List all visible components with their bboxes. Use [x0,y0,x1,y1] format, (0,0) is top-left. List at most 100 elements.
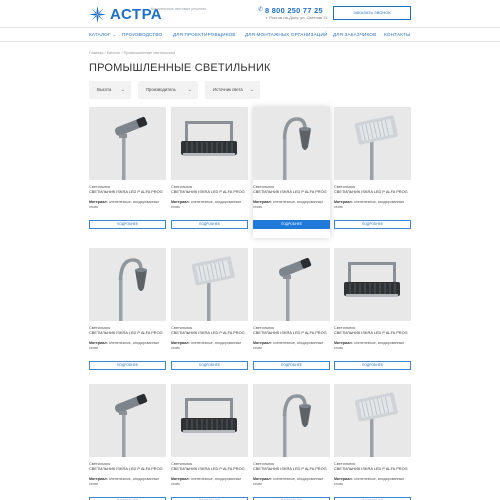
flood-panel-lamp-icon [181,398,237,433]
nav-item-contacts[interactable]: КОНТАКТЫ [384,32,410,37]
material-label: Материал: [171,341,190,345]
nav-item-customers[interactable]: ДЛЯ ЗАКАЗЧИКОВ [333,32,376,37]
callback-button[interactable]: ЗАКАЗАТЬ ЗВОНОК [333,6,411,20]
flood-panel-lamp-icon [181,121,237,156]
material-label: Материал: [171,477,190,481]
product-card[interactable]: Светильник СВЕТИЛЬНИК ISKRA LED P ALFA PR… [253,248,330,379]
nav-item-production[interactable]: ПРОИЗВОДСТВО [122,32,162,37]
chevron-down-icon: ⌄ [249,87,254,93]
product-name[interactable]: СВЕТИЛЬНИК ISKRA LED P ALFA PROG [171,466,247,472]
filter-light-source[interactable]: Источник света ⌄ [205,81,260,99]
spot-on-pole-lamp-icon [114,393,148,457]
phone-icon: ✆ [258,7,264,13]
product-card[interactable]: Светильник СВЕТИЛЬНИК ISKRA LED P ALFA PR… [253,107,330,238]
flood-panel-lamp-icon [344,262,400,297]
details-button[interactable]: ПОДРОБНЕЕ [253,361,330,370]
product-name[interactable]: СВЕТИЛЬНИК ISKRA LED P ALFA PROG [89,330,165,336]
product-image[interactable] [253,384,330,457]
product-card[interactable]: Светильник СВЕТИЛЬНИК ISKRA LED P ALFA PR… [253,384,330,500]
product-card[interactable]: Светильник СВЕТИЛЬНИК ISKRA LED P ALFA PR… [171,107,248,238]
tagline: Комплексные световые решения [151,7,207,11]
product-image[interactable] [171,384,248,457]
nav-item-installers[interactable]: ДЛЯ МОНТАЖНЫХ ОРГАНИЗАЦИЙ [245,32,327,37]
product-name[interactable]: СВЕТИЛЬНИК ISKRA LED P ALFA PROG [89,189,165,195]
material-label: Материал: [89,200,108,204]
product-image[interactable] [334,384,411,457]
product-card[interactable]: Светильник СВЕТИЛЬНИК ISKRA LED P ALFA PR… [334,384,411,500]
details-button[interactable]: ПОДРОБНЕЕ [171,361,248,370]
product-card[interactable]: Светильник СВЕТИЛЬНИК ISKRA LED P ALFA PR… [171,248,248,379]
material-label: Материал: [334,200,353,204]
product-material: Материал: оленелезные, анодированные сто… [89,200,165,209]
spot-on-pole-lamp-icon [114,116,148,180]
filter-label: Высота [97,87,112,92]
product-image[interactable] [171,107,248,180]
product-image[interactable] [253,248,330,321]
site-header: АСТРА Комплексные световые решения ✆ 8 8… [0,0,500,27]
filter-height[interactable]: Высота ⌄ [89,81,131,99]
filter-label: Источник света [213,87,243,92]
main-nav: КАТАЛОГ ⌄ ПРОИЗВОДСТВО ДЛЯ ПРОЕКТИРОВЩИКО… [0,27,500,42]
page-title: ПРОМЫШЛЕННЫЕ СВЕТИЛЬНИК [89,62,271,74]
product-name[interactable]: СВЕТИЛЬНИК ISKRA LED P ALFA PROG [171,330,247,336]
star-logo-icon [89,5,106,23]
pendant-on-pole-lamp-icon [282,394,311,457]
product-image[interactable] [334,248,411,321]
product-image[interactable] [171,248,248,321]
product-material: Материал: оленелезные, анодированные сто… [253,200,329,209]
details-button[interactable]: ПОДРОБНЕЕ [253,220,330,229]
product-name[interactable]: СВЕТИЛЬНИК ISKRA LED P ALFA PROG [334,330,410,336]
details-button[interactable]: ПОДРОБНЕЕ [89,361,166,370]
product-image[interactable] [89,107,166,180]
details-button[interactable]: ПОДРОБНЕЕ [89,220,166,229]
nav-item-label: КАТАЛОГ [89,32,111,37]
product-material: Материал: оленелезные, анодированные сто… [253,341,329,350]
product-material: Материал: оленелезные, анодированные сто… [171,477,247,486]
details-button[interactable]: ПОДРОБНЕЕ [171,220,248,229]
chevron-down-icon: ⌄ [120,87,125,93]
material-label: Материал: [253,341,272,345]
product-material: Материал: оленелезные, анодированные сто… [334,341,410,350]
product-image[interactable] [89,384,166,457]
product-material: Материал: оленелезные, анодированные сто… [171,341,247,350]
panel-on-pole-lamp-icon [191,256,235,321]
product-material: Материал: оленелезные, анодированные сто… [334,200,410,209]
product-name[interactable]: СВЕТИЛЬНИК ISKRA LED P ALFA PROG [89,466,165,472]
product-card[interactable]: Светильник СВЕТИЛЬНИК ISKRA LED P ALFA PR… [334,248,411,379]
product-card[interactable]: Светильник СВЕТИЛЬНИК ISKRA LED P ALFA PR… [89,384,166,500]
product-material: Материал: оленелезные, анодированные сто… [171,200,247,209]
product-card[interactable]: Светильник СВЕТИЛЬНИК ISKRA LED P ALFA PR… [89,107,166,238]
pendant-on-pole-lamp-icon [118,258,147,321]
details-button[interactable]: ПОДРОБНЕЕ [334,220,411,229]
panel-on-pole-lamp-icon [354,115,398,180]
material-label: Материал: [89,341,108,345]
product-image[interactable] [334,107,411,180]
filter-manufacturer[interactable]: Производитель ⌄ [138,81,198,99]
product-card[interactable]: Светильник СВЕТИЛЬНИК ISKRA LED P ALFA PR… [171,384,248,500]
material-label: Материал: [334,341,353,345]
material-label: Материал: [89,477,108,481]
details-button[interactable]: ПОДРОБНЕЕ [334,361,411,370]
product-material: Материал: оленелезные, анодированные сто… [89,341,165,350]
product-image[interactable] [253,107,330,180]
nav-item-designers[interactable]: ДЛЯ ПРОЕКТИРОВЩИКОВ [173,32,236,37]
pendant-on-pole-lamp-icon [282,117,311,180]
product-name[interactable]: СВЕТИЛЬНИК ISKRA LED P ALFA PROG [253,189,329,195]
product-name[interactable]: СВЕТИЛЬНИК ISKRA LED P ALFA PROG [334,189,410,195]
product-card[interactable]: Светильник СВЕТИЛЬНИК ISKRA LED P ALFA PR… [334,107,411,238]
product-material: Материал: оленелезные, анодированные сто… [334,477,410,486]
panel-on-pole-lamp-icon [354,392,398,457]
phone-number[interactable]: 8 800 250 77 25 [265,6,323,15]
product-card[interactable]: Светильник СВЕТИЛЬНИК ISKRA LED P ALFA PR… [89,248,166,379]
product-name[interactable]: СВЕТИЛЬНИК ISKRA LED P ALFA PROG [253,330,329,336]
product-name[interactable]: СВЕТИЛЬНИК ISKRA LED P ALFA PROG [171,189,247,195]
nav-item-catalog[interactable]: КАТАЛОГ ⌄ [89,32,116,37]
material-label: Материал: [171,200,190,204]
spot-on-pole-lamp-icon [278,257,312,321]
product-name[interactable]: СВЕТИЛЬНИК ISKRA LED P ALFA PROG [334,466,410,472]
product-name[interactable]: СВЕТИЛЬНИК ISKRA LED P ALFA PROG [253,466,329,472]
chevron-down-icon: ⌄ [187,87,192,93]
breadcrumb[interactable]: Главная / Каталог / Промышленные светиль… [89,51,175,55]
product-material: Материал: оленелезные, анодированные сто… [89,477,165,486]
product-image[interactable] [89,248,166,321]
